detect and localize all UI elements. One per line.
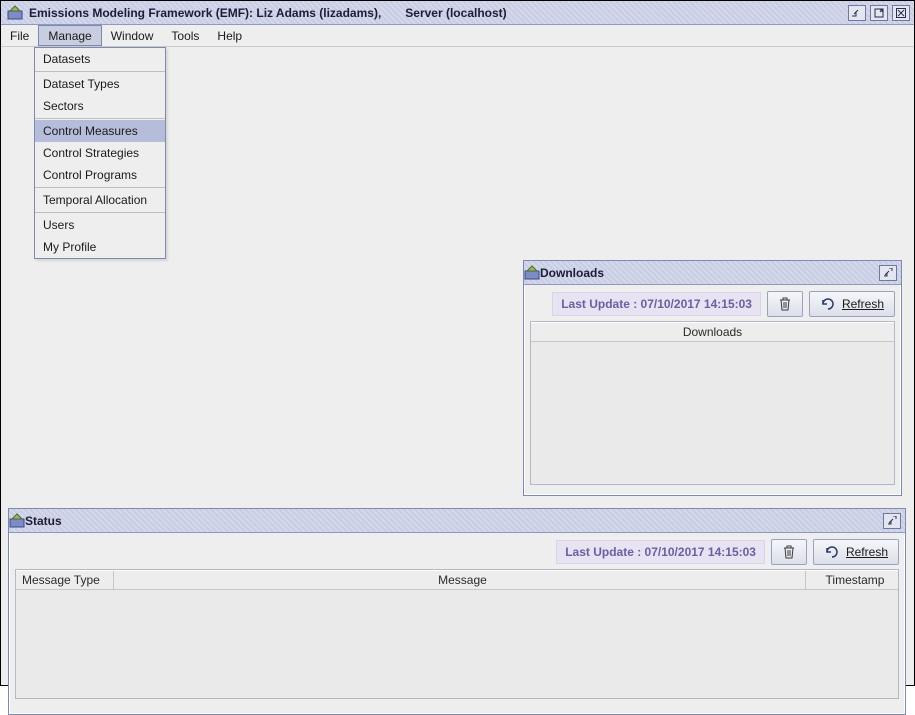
manage-menu-label: Users: [43, 218, 74, 232]
manage-menu-label: Control Measures: [43, 124, 138, 138]
status-clear-button[interactable]: [771, 539, 807, 565]
manage-menu-label: Datasets: [43, 52, 90, 66]
manage-menu-dataset-types[interactable]: Dataset Types: [35, 73, 165, 95]
menu-tools-label: Tools: [171, 29, 199, 43]
menubar: File Manage Window Tools Help: [1, 25, 914, 47]
menu-window[interactable]: Window: [102, 25, 163, 46]
dropdown-separator: [35, 187, 165, 188]
status-refresh-button[interactable]: Refresh: [813, 539, 899, 565]
downloads-titlebar[interactable]: Downloads: [524, 261, 901, 285]
manage-menu-label: Sectors: [43, 99, 84, 113]
minimize-window-button[interactable]: [848, 5, 866, 21]
downloads-last-update: Last Update : 07/10/2017 14:15:03: [552, 292, 761, 316]
manage-menu-datasets[interactable]: Datasets: [35, 48, 165, 70]
menu-tools[interactable]: Tools: [162, 25, 208, 46]
downloads-window: Downloads Last Update : 07/10/2017 14:15…: [523, 260, 902, 496]
manage-menu-sectors[interactable]: Sectors: [35, 95, 165, 117]
app-titlebar: Emissions Modeling Framework (EMF): Liz …: [1, 1, 914, 25]
downloads-toolbar: Last Update : 07/10/2017 14:15:03 Refres…: [524, 285, 901, 321]
status-last-update: Last Update : 07/10/2017 14:15:03: [556, 540, 765, 564]
menu-window-label: Window: [111, 29, 154, 43]
manage-menu-control-measures[interactable]: Control Measures: [35, 120, 165, 142]
menu-help-label: Help: [217, 29, 242, 43]
downloads-icon: [524, 265, 540, 281]
status-icon: [9, 513, 25, 529]
manage-menu-label: Control Strategies: [43, 146, 139, 160]
maximize-window-button[interactable]: [870, 5, 888, 21]
manage-menu-my-profile[interactable]: My Profile: [35, 236, 165, 258]
manage-menu-label: Temporal Allocation: [43, 193, 147, 207]
app-icon: [5, 3, 25, 23]
status-col-message[interactable]: Message: [114, 570, 806, 589]
downloads-clear-button[interactable]: [767, 291, 803, 317]
trash-icon: [779, 297, 791, 311]
menu-file-label: File: [10, 29, 29, 43]
menu-manage-label: Manage: [48, 29, 91, 43]
downloads-title: Downloads: [540, 266, 604, 280]
dropdown-separator: [35, 71, 165, 72]
status-col-message-type[interactable]: Message Type: [16, 570, 114, 589]
downloads-refresh-button[interactable]: Refresh: [809, 291, 895, 317]
dropdown-separator: [35, 212, 165, 213]
manage-menu-temporal-allocation[interactable]: Temporal Allocation: [35, 189, 165, 211]
trash-icon: [783, 545, 795, 559]
refresh-icon: [824, 545, 840, 559]
manage-dropdown: Datasets Dataset Types Sectors Control M…: [34, 47, 166, 259]
close-window-button[interactable]: [892, 5, 910, 21]
downloads-table: Downloads: [530, 321, 895, 485]
status-table-header: Message Type Message Timestamp: [16, 570, 898, 590]
app-title: Emissions Modeling Framework (EMF): Liz …: [29, 6, 381, 20]
status-titlebar[interactable]: Status: [9, 509, 905, 533]
manage-menu-label: My Profile: [43, 240, 96, 254]
status-col-timestamp[interactable]: Timestamp: [806, 570, 898, 589]
dropdown-separator: [35, 118, 165, 119]
status-refresh-label: Refresh: [846, 545, 888, 559]
downloads-maximize-button[interactable]: [879, 265, 897, 281]
status-maximize-button[interactable]: [883, 513, 901, 529]
refresh-icon: [820, 297, 836, 311]
menu-file[interactable]: File: [1, 25, 38, 46]
menu-help[interactable]: Help: [208, 25, 251, 46]
manage-menu-label: Control Programs: [43, 168, 137, 182]
status-toolbar: Last Update : 07/10/2017 14:15:03 Refres…: [9, 533, 905, 569]
status-title: Status: [25, 514, 62, 528]
status-window: Status Last Update : 07/10/2017 14:15:03: [8, 508, 906, 715]
downloads-column-header[interactable]: Downloads: [531, 322, 894, 342]
manage-menu-control-strategies[interactable]: Control Strategies: [35, 142, 165, 164]
menu-manage[interactable]: Manage: [38, 25, 101, 46]
status-table: Message Type Message Timestamp: [15, 569, 899, 699]
manage-menu-users[interactable]: Users: [35, 214, 165, 236]
manage-menu-label: Dataset Types: [43, 77, 120, 91]
downloads-refresh-label: Refresh: [842, 297, 884, 311]
app-server: Server (localhost): [405, 6, 506, 20]
manage-menu-control-programs[interactable]: Control Programs: [35, 164, 165, 186]
